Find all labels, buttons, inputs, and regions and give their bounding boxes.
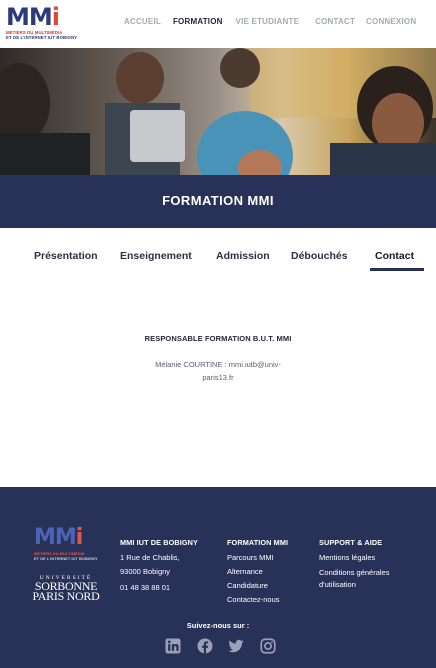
logo-mmi-accent: i: [51, 3, 60, 31]
footer-link-mentions[interactable]: Mentions légales: [319, 551, 389, 565]
hero-students-image: [0, 48, 436, 175]
logo-subtitle-line2: ET DE L'INTERNET IUT BOBIGNY: [6, 35, 78, 40]
tab-enseignement[interactable]: Enseignement: [120, 250, 192, 262]
footer-col-address: MMI IUT DE BOBIGNY 1 Rue de Chablis, 930…: [120, 538, 198, 595]
sorbonne-paris-nord-logo[interactable]: UNIVERSITÉ SORBONNE PARIS NORD: [28, 575, 104, 602]
footer-mmi-logo[interactable]: MMi MÉTIERS DU MULTIMÉDIA ET DE L'INTERN…: [34, 525, 98, 563]
page-title: FORMATION MMI: [162, 193, 274, 208]
follow-us-label: Suivez-nous sur :: [186, 621, 250, 630]
footer-link-conditions[interactable]: Conditions générales: [319, 567, 389, 579]
nav-vie-etudiante[interactable]: VIE ETUDIANTE: [236, 17, 300, 26]
nav-formation[interactable]: FORMATION: [173, 17, 223, 26]
mmi-logo[interactable]: MMi MÉTIERS DU MULTIMÉDIA ET DE L'INTERN…: [6, 3, 77, 41]
tab-presentation[interactable]: Présentation: [34, 250, 98, 262]
contact-email-line1[interactable]: Mélanie COURTINE : mmi.iutb@univ-: [0, 360, 436, 369]
footer-logo-line2: ET DE L'INTERNET IUT BOBIGNY: [34, 556, 98, 561]
footer-link-alternance[interactable]: Alternance: [227, 565, 288, 579]
active-tab-indicator: [370, 268, 424, 271]
nav-contact[interactable]: CONTACT: [315, 17, 355, 26]
main-nav: ACCUEIL FORMATION VIE ETUDIANTE CONTACT …: [124, 17, 416, 26]
footer-link-contact[interactable]: Contactez-nous: [227, 593, 288, 607]
footer-link-candidature[interactable]: Candidature: [227, 579, 288, 593]
sorbonne-line3: PARIS NORD: [32, 589, 100, 603]
site-footer: MMi MÉTIERS DU MULTIMÉDIA ET DE L'INTERN…: [0, 487, 436, 668]
site-header: MMi MÉTIERS DU MULTIMÉDIA ET DE L'INTERN…: [0, 0, 436, 48]
footer-col-formation: FORMATION MMI Parcours MMI Alternance Ca…: [227, 538, 288, 607]
tab-debouches[interactable]: Débouchés: [291, 250, 348, 262]
formation-banner: FORMATION MMI: [0, 175, 436, 228]
footer-logo-mmi-accent: i: [75, 525, 83, 550]
footer-address-line: 1 Rue de Chablis,: [120, 553, 180, 562]
facebook-icon[interactable]: [196, 637, 214, 655]
footer-phone[interactable]: 01 48 38 88 01: [120, 581, 198, 595]
footer-col-title: MMI IUT DE BOBIGNY: [120, 538, 199, 547]
instagram-icon[interactable]: [259, 637, 277, 655]
contact-email-line2[interactable]: paris13.fr: [0, 373, 436, 382]
footer-link-conditions-2[interactable]: d'utilisation: [319, 579, 389, 591]
footer-address-line: 93000 Bobigny: [120, 567, 171, 576]
linkedin-icon[interactable]: [164, 637, 182, 655]
footer-col-title: SUPPORT & AIDE: [319, 538, 383, 547]
nav-connexion[interactable]: CONNEXION: [366, 17, 416, 26]
contact-heading: RESPONSABLE FORMATION B.U.T. MMI: [144, 334, 292, 343]
footer-logo-mmi-text: MM: [34, 525, 77, 550]
footer-link-parcours[interactable]: Parcours MMI: [227, 551, 288, 565]
logo-mmi-text: MM: [6, 3, 53, 31]
footer-col-support: SUPPORT & AIDE Mentions légales Conditio…: [319, 538, 389, 591]
nav-accueil[interactable]: ACCUEIL: [124, 17, 161, 26]
twitter-icon[interactable]: [227, 637, 245, 655]
footer-col-title: FORMATION MMI: [227, 538, 289, 547]
hero-photo: [0, 48, 436, 175]
tab-contact[interactable]: Contact: [375, 250, 414, 262]
tab-admission[interactable]: Admission: [216, 250, 270, 262]
